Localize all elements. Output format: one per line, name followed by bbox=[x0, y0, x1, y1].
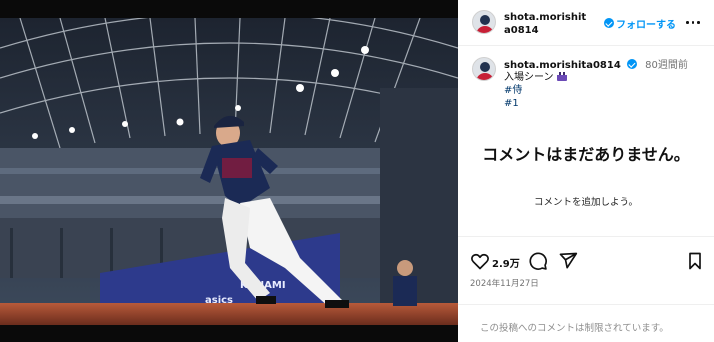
post-date[interactable]: 2024年11月27日 bbox=[470, 277, 539, 289]
verified-badge-icon bbox=[626, 59, 637, 69]
share-icon[interactable] bbox=[558, 251, 578, 271]
no-comments-subtitle: コメントを追加しよう。 bbox=[534, 197, 638, 208]
avatar[interactable] bbox=[472, 10, 496, 34]
header-username[interactable]: shota.morishita0814 bbox=[504, 11, 590, 37]
action-bar: 2.9万 2024年11月27日 bbox=[458, 236, 714, 296]
modal-top-bar bbox=[0, 0, 458, 18]
post-side-panel: shota.morishita0814 フォローする shota.morishi… bbox=[458, 0, 714, 342]
follow-button[interactable]: フォローする bbox=[616, 16, 676, 31]
hashtag-one[interactable]: #1 bbox=[504, 97, 567, 110]
comment-icon[interactable] bbox=[528, 251, 548, 271]
caption-text: 入場シーン #侍 #1 bbox=[504, 71, 567, 110]
more-options-icon[interactable] bbox=[686, 15, 700, 29]
hashtag-samurai[interactable]: #侍 bbox=[504, 84, 567, 97]
comment-restricted-bar: この投稿へのコメントは制限されています。 bbox=[458, 304, 714, 342]
heart-icon[interactable] bbox=[470, 251, 490, 271]
avatar-body bbox=[476, 26, 494, 33]
verified-badge-icon bbox=[604, 18, 614, 28]
no-comments-title: コメントはまだありません。 bbox=[482, 145, 690, 164]
caption-username[interactable]: shota.morishita0814 bbox=[504, 60, 621, 71]
avatar-head bbox=[480, 15, 490, 25]
caption-avatar[interactable] bbox=[472, 57, 496, 81]
post-header: shota.morishita0814 フォローする bbox=[458, 0, 714, 46]
post-photo[interactable]: asics KONAMI bbox=[0, 18, 458, 325]
bookmark-icon[interactable] bbox=[686, 251, 704, 271]
comments-restricted-text: この投稿へのコメントは制限されています。 bbox=[480, 323, 669, 334]
modal-bottom-bar bbox=[0, 325, 458, 342]
post-time-ago[interactable]: 80週間前 bbox=[645, 60, 688, 71]
like-count[interactable]: 2.9万 bbox=[492, 255, 520, 270]
clapperboard-icon bbox=[556, 72, 567, 81]
post-modal: asics KONAMI bbox=[0, 0, 714, 342]
stadium-photo-image: asics KONAMI bbox=[0, 18, 458, 325]
caption-body: 入場シーン bbox=[504, 72, 554, 83]
